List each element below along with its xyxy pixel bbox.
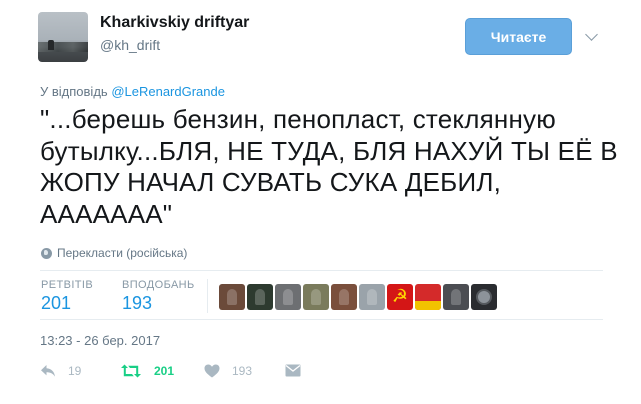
author-display-name[interactable]: Kharkivskiy driftyar (100, 14, 249, 32)
liker-avatar-shape (451, 289, 461, 305)
liker-avatar-machine[interactable] (443, 284, 469, 310)
liker-avatar-shape (415, 301, 441, 310)
retweets-stat-label: РЕТВІТІВ (41, 279, 94, 291)
liker-avatar-brown[interactable] (331, 284, 357, 310)
reply-icon (41, 365, 55, 377)
liker-avatar-shape (283, 289, 293, 305)
avatar-landscape (38, 42, 88, 52)
divider (40, 319, 603, 320)
reply-context-prefix: У відповідь (40, 84, 108, 99)
liker-avatar-round[interactable] (471, 284, 497, 310)
liker-avatar-portrait[interactable] (359, 284, 385, 310)
likes-stat-label: ВПОДОБАНЬ (122, 279, 195, 291)
liker-avatar-shape (255, 289, 265, 305)
like-button[interactable]: 193 (204, 364, 252, 378)
tweet-card: Kharkivskiy driftyar @kh_drift Читаєте У… (0, 0, 641, 404)
translate-link[interactable]: Перекласти (російська) (41, 246, 187, 260)
retweet-button[interactable]: 201 (120, 364, 174, 378)
reply-mention-link[interactable]: @LeRenardGrande (111, 84, 225, 99)
tweet-timestamp[interactable]: 13:23 - 26 бер. 2017 (40, 333, 160, 348)
liker-avatar-shape (367, 289, 377, 305)
liker-avatar-shape: ☭ (391, 286, 409, 307)
retweet-count: 201 (154, 364, 175, 378)
following-button[interactable]: Читаєте (465, 18, 572, 55)
reply-count: 19 (68, 364, 82, 378)
liker-avatar-red-flag[interactable] (415, 284, 441, 310)
avatar-figure (48, 40, 54, 50)
liker-avatar-shape (476, 289, 492, 305)
envelope-icon (285, 364, 301, 377)
liker-avatar-dark-photo[interactable] (219, 284, 245, 310)
chevron-down-icon[interactable] (585, 28, 598, 41)
tweet-text: "...берешь бензин, пенопласт, стеклянную… (40, 104, 618, 229)
retweet-icon (121, 364, 141, 378)
liker-avatar-hammer-sickle[interactable]: ☭ (387, 284, 413, 310)
liker-avatar-dark-figure[interactable] (247, 284, 273, 310)
liker-avatar-shape (227, 289, 237, 305)
translate-label: Перекласти (російська) (57, 246, 188, 260)
author-avatar[interactable] (38, 12, 88, 62)
globe-icon (41, 247, 52, 259)
heart-icon (204, 364, 220, 378)
direct-message-button[interactable] (285, 364, 301, 377)
stat-separator (207, 279, 208, 313)
likes-stat-value[interactable]: 193 (122, 293, 152, 314)
liker-avatars: ☭ (219, 284, 497, 310)
liker-avatar-shape (339, 289, 349, 305)
reply-button[interactable]: 19 (40, 364, 81, 378)
liker-avatar-grey-photo[interactable] (275, 284, 301, 310)
like-count: 193 (232, 364, 253, 378)
liker-avatar-soldier[interactable] (303, 284, 329, 310)
reply-context: У відповідь @LeRenardGrande (40, 84, 225, 99)
divider (40, 270, 603, 271)
liker-avatar-shape (311, 289, 321, 305)
retweets-stat-value[interactable]: 201 (41, 293, 71, 314)
author-screen-name[interactable]: @kh_drift (100, 37, 160, 53)
